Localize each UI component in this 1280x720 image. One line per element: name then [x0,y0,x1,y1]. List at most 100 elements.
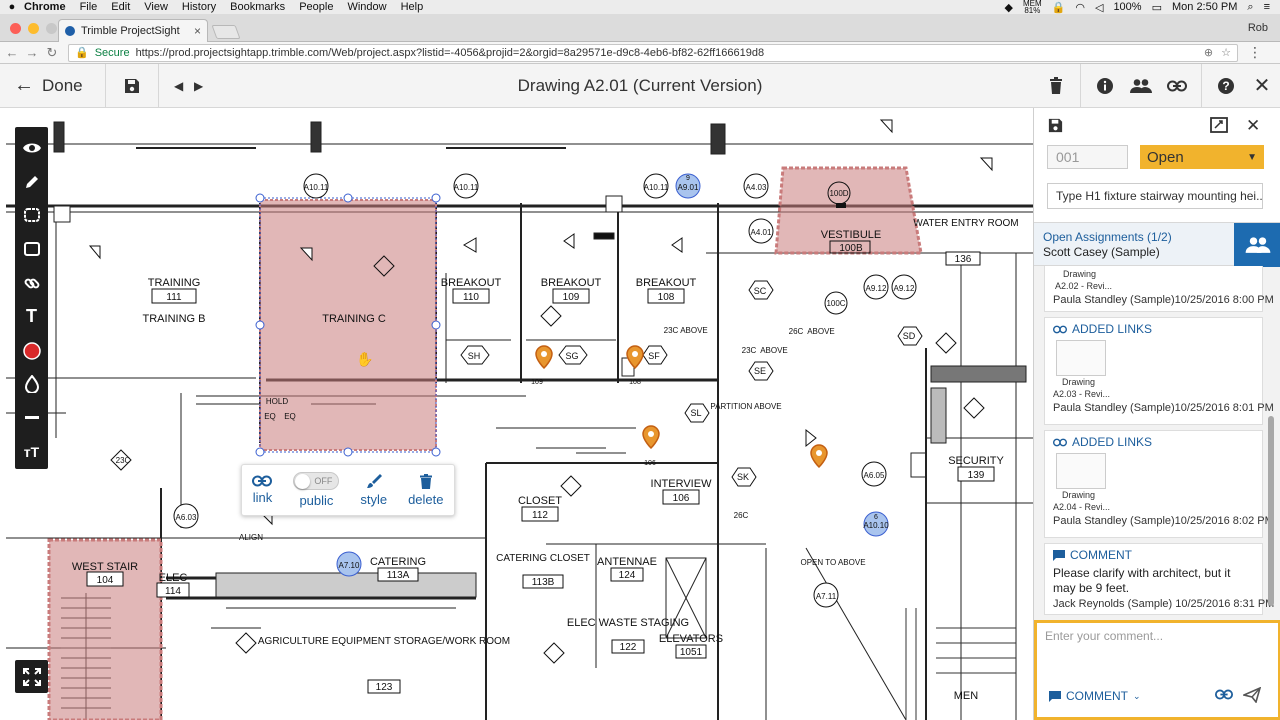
app-menu-chrome[interactable]: Chrome [24,1,66,13]
lock-icon[interactable]: 🔒 [1052,1,1066,14]
svg-text:?: ? [1222,79,1229,93]
drawing-thumbnail[interactable] [1056,340,1106,376]
link-icon[interactable] [1159,64,1195,108]
equipment-tag: SE [754,366,766,376]
people-icon[interactable] [1123,64,1159,108]
close-icon[interactable]: ✕ [1244,64,1280,108]
room-number: 113B [532,577,555,588]
tab-close-icon[interactable]: × [194,24,201,38]
chrome-menu-icon[interactable]: ⋮ [1248,44,1262,61]
send-icon[interactable] [1241,686,1262,706]
back-arrow-icon[interactable]: ← [6,64,42,108]
back-arrow-icon[interactable]: ← [4,45,20,60]
activity-item[interactable]: Drawing A2.02 - Revi... Paula Standley (… [1044,266,1274,312]
assign-people-icon[interactable] [1234,223,1280,267]
new-tab-button[interactable] [211,25,241,39]
detail-ref-label: 100C [826,299,845,308]
activity-item[interactable]: ADDED LINKS Drawing A2.04 - Revi... Paul… [1044,430,1274,538]
menu-people[interactable]: People [299,1,333,13]
info-icon[interactable] [1087,64,1123,108]
panel-maximize-icon[interactable] [1210,117,1228,136]
link-caption[interactable]: A2.03 - Revi... [1053,388,1254,400]
room-name: INTERVIEW [651,478,713,490]
issue-number-field[interactable]: 001 [1047,145,1128,169]
public-toggle[interactable]: OFF [293,472,340,490]
drawing-thumbnail[interactable] [1056,453,1106,489]
callout-number: 6 [874,514,878,521]
menu-file[interactable]: File [80,1,98,13]
spotlight-icon[interactable]: ⌕ [1247,1,1253,14]
menu-history[interactable]: History [182,1,216,13]
fullscreen-icon[interactable] [15,660,48,693]
color-picker-icon[interactable] [15,334,48,368]
reload-icon[interactable]: ↻ [44,45,60,61]
opacity-drop-icon[interactable] [15,368,48,402]
comment-input[interactable] [1045,629,1265,683]
apple-icon[interactable]: ● [0,1,24,13]
help-icon[interactable]: ? [1208,64,1244,108]
rectangle-tool-icon[interactable] [15,232,48,266]
volume-icon[interactable]: ◁ [1095,1,1103,14]
window-zoom-button[interactable] [46,23,57,34]
floor-plan-drawing[interactable]: TRAINING 111 TRAINING B TRAINING C BREAK… [6,108,1033,720]
drawing-viewer[interactable]: TRAINING 111 TRAINING B TRAINING C BREAK… [6,108,1033,720]
activity-item[interactable]: ADDED LINKS Drawing A2.03 - Revi... Paul… [1044,317,1274,425]
menu-window[interactable]: Window [347,1,386,13]
pen-tool-icon[interactable] [15,165,48,199]
done-button[interactable]: Done [42,64,83,108]
link-button[interactable]: link [252,475,273,505]
assignments-row[interactable]: Open Assignments (1/2) Scott Casey (Samp… [1034,222,1280,267]
clock[interactable]: Mon 2:50 PM [1172,1,1237,13]
notification-icon[interactable]: ≡ [1264,1,1270,13]
wifi-icon[interactable]: ◠ [1075,1,1085,14]
panel-close-icon[interactable]: ✕ [1246,116,1260,136]
room-name: TRAINING C [322,313,386,325]
public-label: public [299,493,334,508]
text-size-icon[interactable]: тT [15,435,48,469]
text-tool-icon[interactable]: T [15,300,48,334]
menu-edit[interactable]: Edit [111,1,130,13]
url-field[interactable]: 🔒 Secure https://prod.projectsightapp.tr… [68,43,1238,62]
save-icon[interactable] [106,64,158,108]
style-button[interactable]: style [360,473,387,507]
public-toggle-group[interactable]: OFF public [293,472,340,508]
menu-bookmarks[interactable]: Bookmarks [230,1,285,13]
equipment-tag: SD [903,331,916,341]
menu-help[interactable]: Help [401,1,424,13]
cloud-tool-icon[interactable] [15,199,48,233]
status-dropdown[interactable]: Open ▼ [1140,145,1264,169]
forward-arrow-icon[interactable]: → [24,45,40,60]
activity-item[interactable]: COMMENT Please clarify with architect, b… [1044,543,1274,615]
extension-icon[interactable]: ◆ [1005,1,1013,14]
window-minimize-button[interactable] [28,23,39,34]
next-page-icon[interactable]: ▶ [189,64,209,108]
battery-percent[interactable]: 100% [1113,1,1141,13]
link-tool-icon[interactable] [15,266,48,300]
window-close-button[interactable] [10,23,21,34]
activity-feed[interactable]: Drawing A2.02 - Revi... Paula Standley (… [1034,266,1280,618]
browser-tab[interactable]: Trimble ProjectSight × [58,19,208,42]
assignments-title[interactable]: Open Assignments (1/2) [1043,230,1172,244]
url-text[interactable]: https://prod.projectsightapp.trimble.com… [136,47,765,59]
attach-link-icon[interactable] [1215,689,1233,703]
profile-button[interactable]: Rob [1248,22,1268,34]
room-name: WATER ENTRY ROOM [913,218,1018,229]
link-icon [1053,438,1067,446]
detail-ref-label: A9.12 [894,284,915,293]
line-weight-icon[interactable] [15,401,48,435]
issue-header: ✕ 001 Open ▼ Type H1 fixture stairway mo… [1034,108,1280,222]
delete-button[interactable]: delete [408,473,443,507]
activity-scrollbar[interactable] [1268,266,1274,618]
menu-view[interactable]: View [144,1,168,13]
previous-page-icon[interactable]: ◀ [169,64,189,108]
delete-icon[interactable] [1038,64,1074,108]
bookmark-star-icon[interactable]: ☆ [1221,46,1231,59]
comment-type-dropdown[interactable]: COMMENT ⌄ [1049,689,1141,703]
zoom-icon[interactable]: ⊕ [1204,46,1213,59]
issue-description-field[interactable]: Type H1 fixture stairway mounting hei... [1047,183,1263,209]
visibility-eye-icon[interactable] [15,131,48,165]
chevron-down-icon: ▼ [1247,151,1257,163]
battery-icon[interactable]: ▭ [1152,1,1162,14]
link-caption[interactable]: A2.04 - Revi... [1053,501,1254,513]
panel-save-icon[interactable] [1047,117,1064,137]
